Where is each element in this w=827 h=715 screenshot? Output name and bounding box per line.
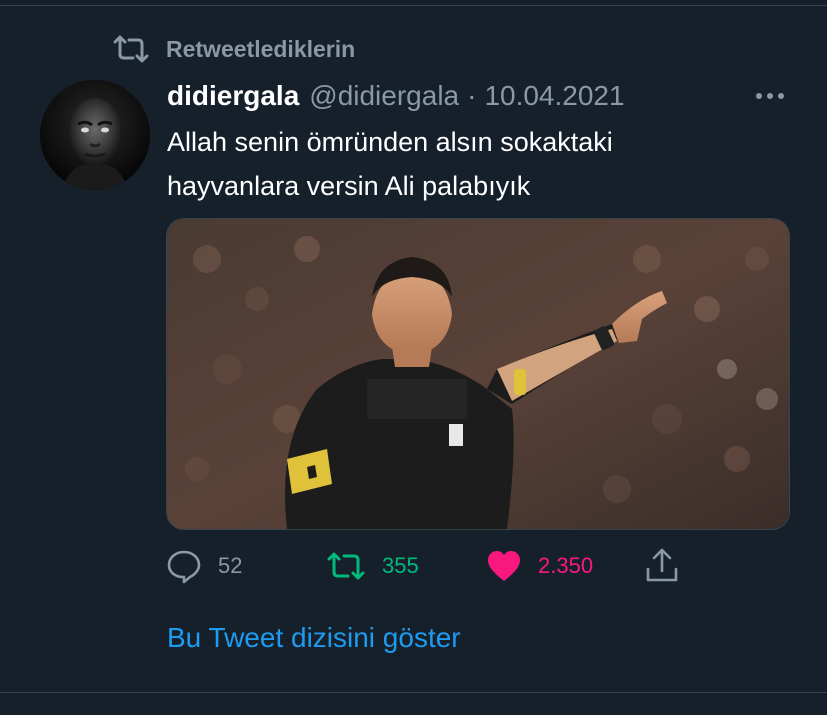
display-name[interactable]: didiergala — [167, 80, 299, 112]
tweet-actions: 52 355 2.350 — [0, 544, 827, 588]
retweet-button[interactable]: 355 — [326, 544, 419, 588]
media-image — [167, 219, 789, 529]
share-button[interactable] — [644, 544, 680, 588]
avatar[interactable] — [40, 80, 150, 190]
retweet-count: 355 — [382, 553, 419, 578]
share-icon — [646, 548, 678, 582]
retweet-icon — [327, 552, 365, 580]
user-handle[interactable]: @didiergala — [309, 80, 459, 112]
top-divider — [0, 5, 827, 6]
tweet-media[interactable] — [166, 218, 790, 530]
retweet-icon — [113, 35, 149, 63]
retweet-context-label: Retweetlediklerin — [166, 35, 356, 62]
retweet-context[interactable]: Retweetlediklerin — [112, 32, 355, 66]
like-count: 2.350 — [538, 553, 594, 578]
tweet-page: Retweetlediklerin didiergala @didiergala… — [0, 0, 827, 715]
separator-dot: · — [467, 80, 477, 111]
tweet-text-line: hayvanlara versin Ali palabıyık — [167, 171, 531, 201]
more-icon[interactable] — [752, 82, 788, 110]
reply-icon — [167, 550, 201, 584]
reply-button[interactable]: 52 — [166, 544, 242, 588]
tweet-date[interactable]: 10.04.2021 — [484, 80, 624, 112]
reply-count: 52 — [218, 553, 243, 578]
show-thread-link[interactable]: Bu Tweet dizisini göster — [167, 622, 461, 654]
avatar-image — [40, 80, 150, 190]
like-button[interactable]: 2.350 — [486, 544, 593, 588]
tweet-header: didiergala @didiergala · 10.04.2021 — [167, 78, 625, 114]
heart-icon — [488, 551, 520, 581]
bottom-divider — [0, 692, 827, 693]
tweet-text: Allah senin ömründen alsın sokaktaki hay… — [167, 120, 767, 208]
tweet-text-line: Allah senin ömründen alsın sokaktaki — [167, 127, 613, 157]
